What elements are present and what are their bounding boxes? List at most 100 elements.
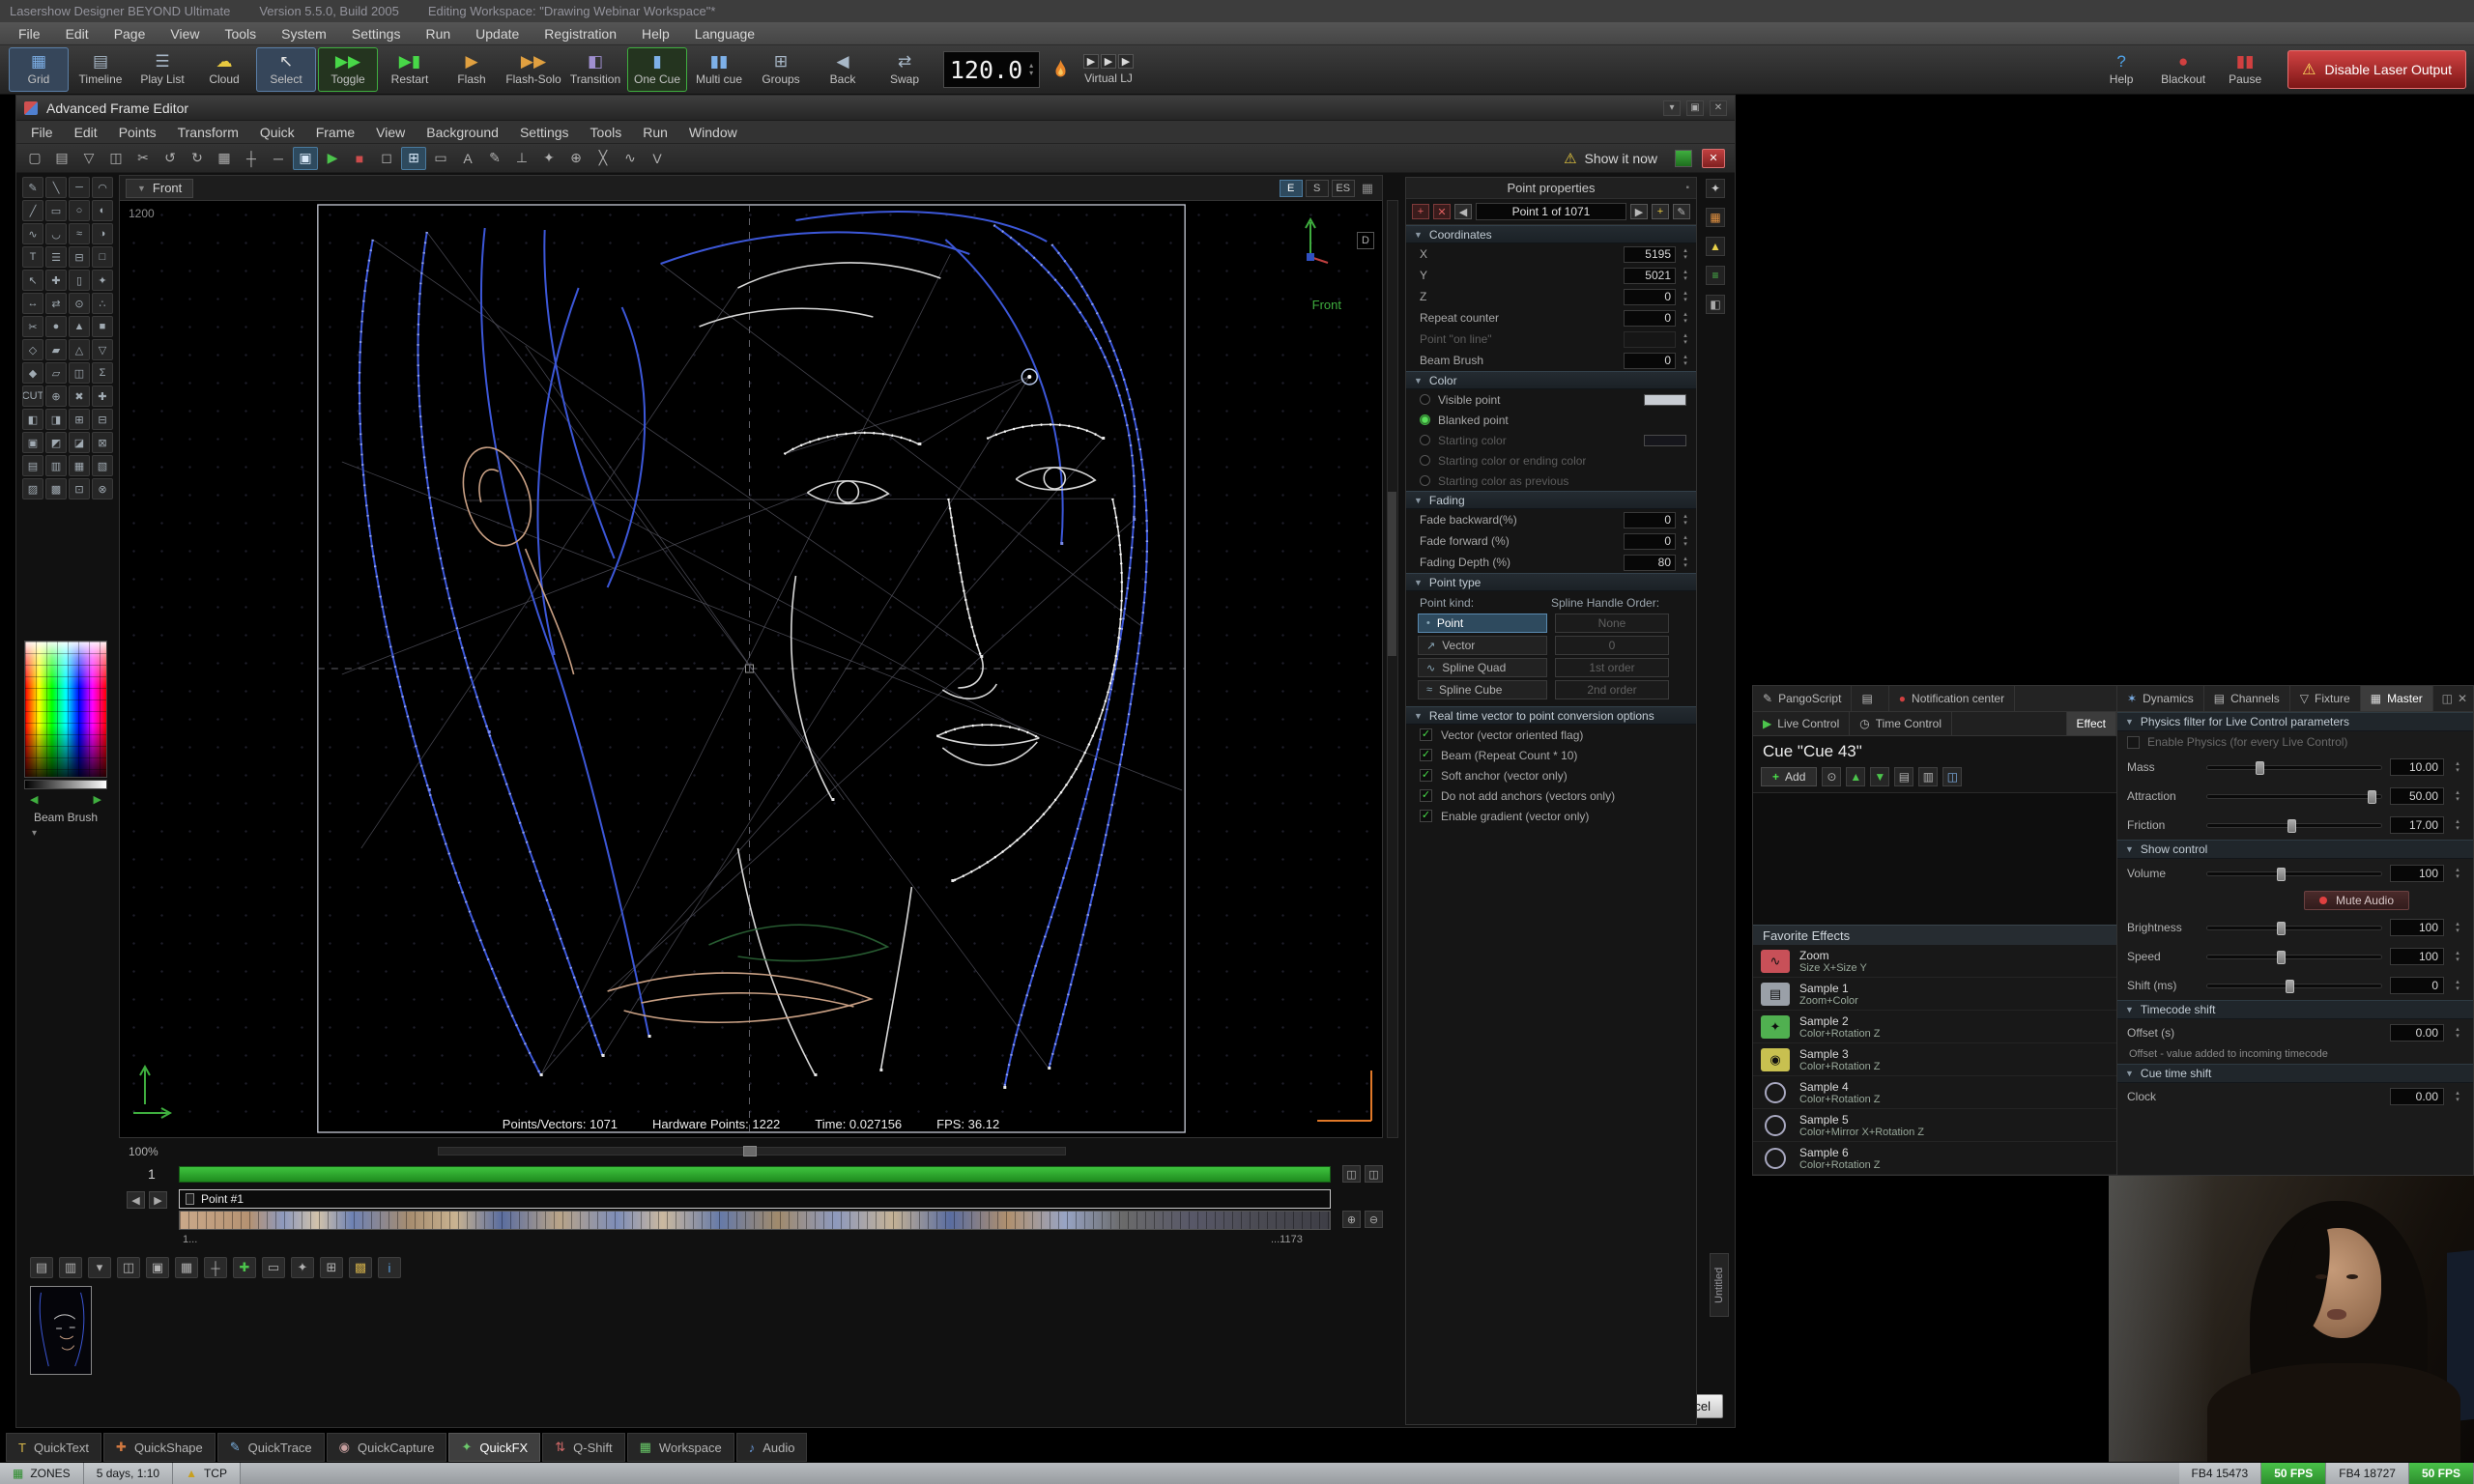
frame-list-tool-icon[interactable]: i	[378, 1257, 401, 1278]
cue-tool-icon[interactable]: ▤	[1894, 767, 1913, 786]
spinner[interactable]: ▴▾	[1680, 269, 1691, 282]
drawing-tool-button[interactable]: ✖	[69, 385, 90, 407]
quick-tab[interactable]: ◉ QuickCapture	[327, 1433, 447, 1462]
panel-toggle-icon[interactable]: ▦	[1706, 208, 1725, 227]
canvas-vertical-scrollbar-thumb[interactable]	[1388, 492, 1396, 656]
drawing-tool-button[interactable]: ✚	[92, 385, 113, 407]
drawing-tool-button[interactable]: ▤	[22, 455, 43, 476]
afe-toolbar-icon[interactable]: ▶	[320, 147, 345, 170]
show-it-now-button[interactable]: ⚠ Show it now	[1564, 150, 1657, 167]
drawing-tool-button[interactable]: △	[69, 339, 90, 360]
drawing-tool-button[interactable]: CUT	[22, 385, 43, 407]
radio-button[interactable]	[1420, 435, 1430, 445]
conversion-option-row[interactable]: ✓ Do not add anchors (vectors only)	[1406, 785, 1696, 806]
afe-menu-item[interactable]: Settings	[509, 125, 580, 140]
favorite-effect-item[interactable]: ∿ Zoom Size X+Size Y	[1753, 945, 2116, 978]
cue-tool-icon[interactable]: ▥	[1918, 767, 1938, 786]
slider-value-input[interactable]: 100	[2390, 919, 2444, 936]
color-section-header[interactable]: ▼ Color	[1406, 371, 1696, 389]
spinner[interactable]: ▴▾	[2452, 1090, 2463, 1103]
point-kind-button[interactable]: • Point	[1418, 614, 1547, 633]
slider-value-input[interactable]: 10.00	[2390, 758, 2444, 776]
spinner[interactable]: ▴▾	[2452, 950, 2463, 963]
drawing-tool-button[interactable]: ⊞	[69, 409, 90, 430]
slider-track[interactable]	[2206, 955, 2382, 959]
toolbar-button[interactable]: ▤ Timeline	[71, 47, 130, 92]
status-cell[interactable]: ▦ ZONES	[0, 1463, 84, 1484]
cue-tool-icon[interactable]: ▼	[1870, 767, 1889, 786]
point-kind-button[interactable]: ≈ Spline Cube	[1418, 680, 1547, 699]
menu-item[interactable]: Tools	[212, 26, 269, 42]
cue-tool-icon[interactable]: ▲	[1846, 767, 1865, 786]
toolbar-button[interactable]: ◧ Transition	[565, 47, 625, 92]
slider-thumb[interactable]	[2368, 790, 2376, 804]
edit-point-button[interactable]: ✎	[1673, 204, 1690, 219]
spline-order-button[interactable]: None	[1555, 614, 1669, 633]
afe-toolbar-icon[interactable]: ⊥	[509, 147, 534, 170]
drawing-tool-button[interactable]: ─	[69, 177, 90, 198]
drawing-tool-button[interactable]: ▦	[69, 455, 90, 476]
slider-value-input[interactable]: 0	[2390, 977, 2444, 994]
menu-item[interactable]: Edit	[53, 26, 101, 42]
slider-thumb[interactable]	[2256, 761, 2264, 775]
window-control-button[interactable]: ✕	[1710, 100, 1727, 116]
drawing-tool-button[interactable]: ▽	[92, 339, 113, 360]
quick-tab[interactable]: ▦ Workspace	[627, 1433, 734, 1462]
drawing-tool-button[interactable]: ∿	[22, 223, 43, 244]
menu-item[interactable]: Language	[682, 26, 767, 42]
toolbar-button[interactable]: ? Help	[2091, 47, 2151, 92]
quick-tab[interactable]: ⇅ Q-Shift	[542, 1433, 624, 1462]
insert-point-button[interactable]: +	[1652, 204, 1669, 219]
checkbox[interactable]: ✓	[1420, 769, 1432, 782]
tab-effect[interactable]: Effect	[2066, 712, 2116, 735]
frame-list-tool-icon[interactable]: ┼	[204, 1257, 227, 1278]
menu-item[interactable]: Help	[629, 26, 682, 42]
virtual-lj-button[interactable]: ▶▶▶ Virtual LJ	[1075, 47, 1142, 92]
conversion-option-row[interactable]: ✓ Beam (Repeat Count * 10)	[1406, 745, 1696, 765]
cue-panel-tab[interactable]: ◷ Time Control	[1850, 712, 1952, 735]
drawing-tool-button[interactable]: ⊟	[69, 246, 90, 268]
add-point-button[interactable]: +	[1412, 204, 1429, 219]
drawing-tool-button[interactable]: ☰	[45, 246, 67, 268]
afe-menu-item[interactable]: Run	[632, 125, 678, 140]
point-color-strip[interactable]	[179, 1211, 1331, 1230]
panel-minimize-icon[interactable]: ◫	[2442, 692, 2453, 705]
drawing-tool-button[interactable]: ≈	[69, 223, 90, 244]
panel-tab[interactable]: ● Notification center	[1889, 686, 2015, 711]
afe-menu-item[interactable]: Edit	[64, 125, 108, 140]
frame-list-tool-icon[interactable]: ▦	[175, 1257, 198, 1278]
add-effect-button[interactable]: + Add	[1761, 767, 1817, 786]
spline-order-button[interactable]: 2nd order	[1555, 680, 1669, 699]
spinner[interactable]: ▴▾	[2452, 760, 2463, 774]
drawing-tool-button[interactable]: ⊠	[92, 432, 113, 453]
clock-value-input[interactable]: 0.00	[2390, 1088, 2444, 1105]
slider-value-input[interactable]: 17.00	[2390, 816, 2444, 834]
drawing-tool-button[interactable]: ⊙	[69, 293, 90, 314]
palette-arrows[interactable]: ◀▶	[30, 793, 101, 806]
afe-toolbar-icon[interactable]: ┼	[239, 147, 264, 170]
toolbar-button[interactable]: ☰ Play List	[132, 47, 192, 92]
toolbar-button[interactable]: ▶▶ Flash-Solo	[503, 47, 563, 92]
cue-time-section-header[interactable]: ▼ Cue time shift	[2117, 1064, 2473, 1083]
panel-tab[interactable]: ✶ Dynamics	[2117, 686, 2204, 711]
checkbox[interactable]: ✓	[1420, 728, 1432, 741]
zoom-out-icon[interactable]: ⊖	[1365, 1211, 1383, 1228]
afe-menu-item[interactable]: Transform	[167, 125, 249, 140]
property-value-input[interactable]: 0	[1624, 533, 1676, 550]
property-value-input[interactable]: 5021	[1624, 268, 1676, 284]
drawing-tool-button[interactable]: ▲	[69, 316, 90, 337]
afe-toolbar-icon[interactable]: V	[645, 147, 670, 170]
beam-brush-caret-icon[interactable]: ▾	[32, 828, 37, 839]
slider-track[interactable]	[2206, 823, 2382, 828]
drawing-tool-button[interactable]: ▣	[22, 432, 43, 453]
afe-menu-item[interactable]: File	[20, 125, 64, 140]
afe-toolbar-icon[interactable]: ∿	[618, 147, 643, 170]
afe-toolbar-icon[interactable]: ◫	[103, 147, 129, 170]
color-palette[interactable]	[24, 641, 107, 778]
property-value-input[interactable]: 80	[1624, 555, 1676, 571]
effect-list-empty-area[interactable]	[1753, 793, 2116, 925]
frame-list-tool-icon[interactable]: ▩	[349, 1257, 372, 1278]
point-index-field[interactable]: Point 1 of 1071	[1476, 203, 1626, 220]
drawing-tool-button[interactable]: ◫	[69, 362, 90, 384]
panel-tab[interactable]: ▦ Master	[2361, 686, 2433, 711]
